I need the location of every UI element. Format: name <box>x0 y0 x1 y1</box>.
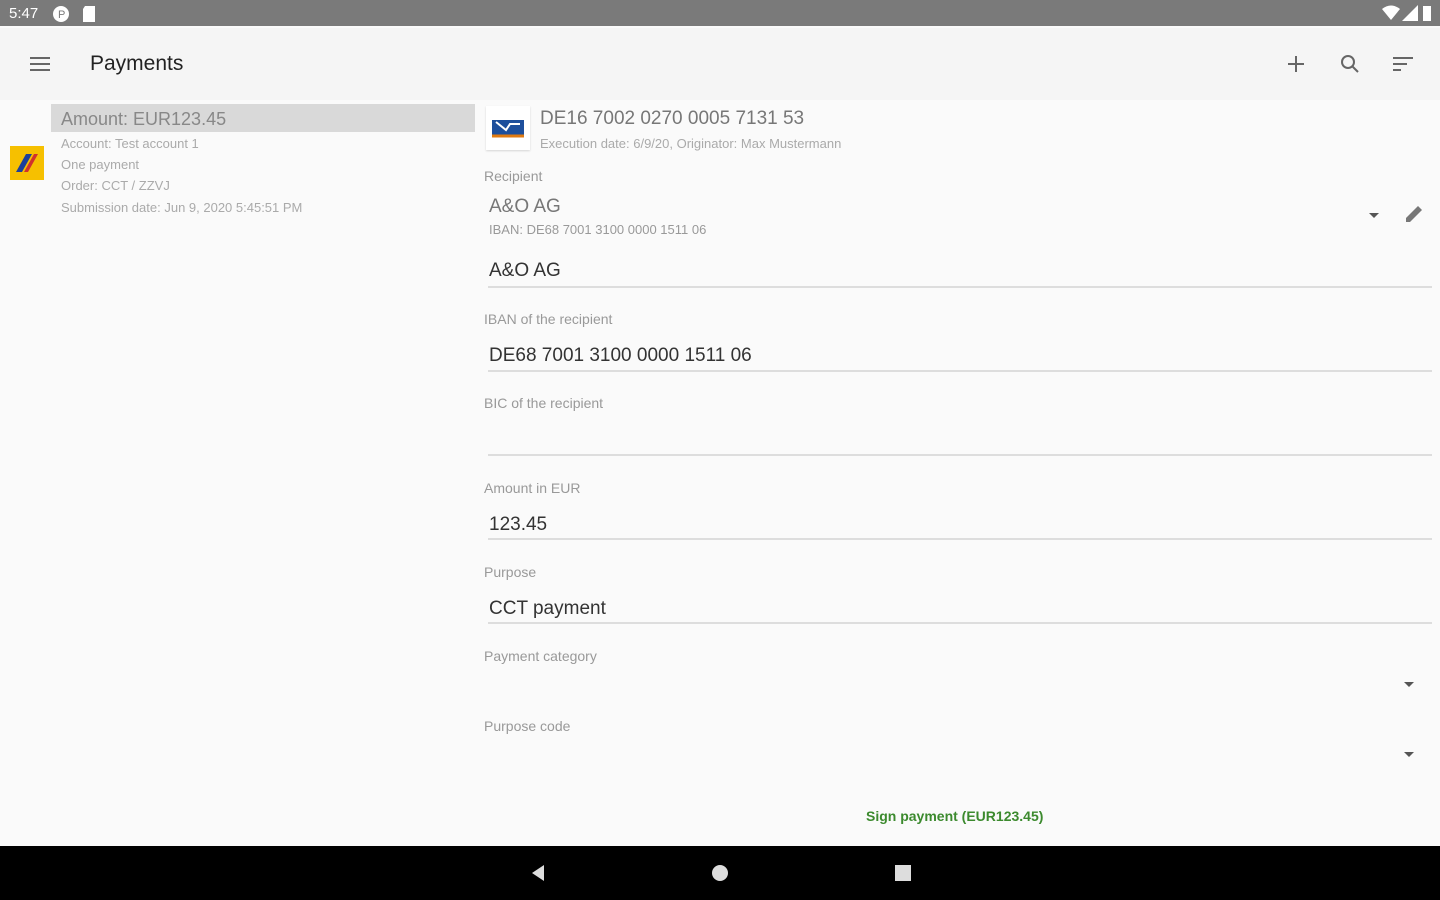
status-bar: 5:47 P <box>0 0 1440 26</box>
execution-info: Execution date: 6/9/20, Originator: Max … <box>540 136 842 151</box>
payment-detail: DE16 7002 0270 0005 7131 53 Execution da… <box>478 100 1440 846</box>
back-icon[interactable] <box>518 853 558 893</box>
recipient-name: A&O AG <box>489 196 561 217</box>
notification-icon: P <box>52 5 70 27</box>
bic-label: BIC of the recipient <box>484 395 604 411</box>
purpose-label: Purpose <box>484 564 537 580</box>
recipient-name-underline <box>488 286 1432 288</box>
battery-icon <box>1422 5 1432 25</box>
payment-category-label: Payment category <box>484 648 597 664</box>
purpose-code-dropdown-icon[interactable] <box>1404 752 1414 757</box>
hamburger-menu-icon[interactable] <box>21 44 61 84</box>
recipient-label: Recipient <box>484 168 543 184</box>
search-icon[interactable] <box>1330 44 1370 84</box>
bic-underline <box>488 454 1432 456</box>
payment-submission-date: Submission date: Jun 9, 2020 5:45:51 PM <box>61 200 303 215</box>
payment-order: Order: CCT / ZZVJ <box>61 178 170 193</box>
sort-icon[interactable] <box>1384 44 1424 84</box>
list-item[interactable]: Amount: EUR123.45 Account: Test account … <box>0 104 478 224</box>
payment-account: Account: Test account 1 <box>61 136 199 151</box>
purpose-underline <box>488 622 1432 624</box>
bank-logo-icon <box>10 146 44 180</box>
iban-underline <box>488 370 1432 372</box>
volksbank-logo-icon <box>486 106 530 150</box>
sign-payment-button[interactable]: Sign payment (EUR123.45) <box>866 808 1043 824</box>
system-nav-bar <box>0 846 1440 900</box>
app-bar: Payments <box>0 28 1440 100</box>
svg-text:P: P <box>58 9 65 21</box>
recipient-name-field[interactable]: A&O AG <box>489 260 561 282</box>
account-iban: DE16 7002 0270 0005 7131 53 <box>540 108 805 129</box>
iban-field[interactable]: DE68 7001 3100 0000 1511 06 <box>489 345 752 367</box>
recipient-dropdown-icon[interactable] <box>1369 213 1379 218</box>
purpose-field[interactable]: CCT payment <box>489 598 606 620</box>
payment-type: One payment <box>61 157 140 172</box>
amount-label: Amount in EUR <box>484 480 581 496</box>
recents-icon[interactable] <box>883 853 923 893</box>
plus-icon[interactable] <box>1276 44 1316 84</box>
wifi-icon <box>1382 5 1400 25</box>
home-icon[interactable] <box>700 853 740 893</box>
edit-pencil-icon[interactable] <box>1396 196 1432 232</box>
sd-card-icon <box>82 5 96 27</box>
amount-underline <box>488 538 1432 540</box>
payment-amount: Amount: EUR123.45 <box>61 109 227 129</box>
payment-list: Amount: EUR123.45 Account: Test account … <box>0 100 478 846</box>
signal-icon <box>1402 5 1418 25</box>
status-time: 5:47 <box>9 5 39 22</box>
iban-label: IBAN of the recipient <box>484 311 613 327</box>
amount-field[interactable]: 123.45 <box>489 514 547 536</box>
payment-category-dropdown-icon[interactable] <box>1404 682 1414 687</box>
recipient-iban: IBAN: DE68 7001 3100 0000 1511 06 <box>489 222 707 237</box>
purpose-code-label: Purpose code <box>484 718 571 734</box>
page-title: Payments <box>90 52 184 75</box>
